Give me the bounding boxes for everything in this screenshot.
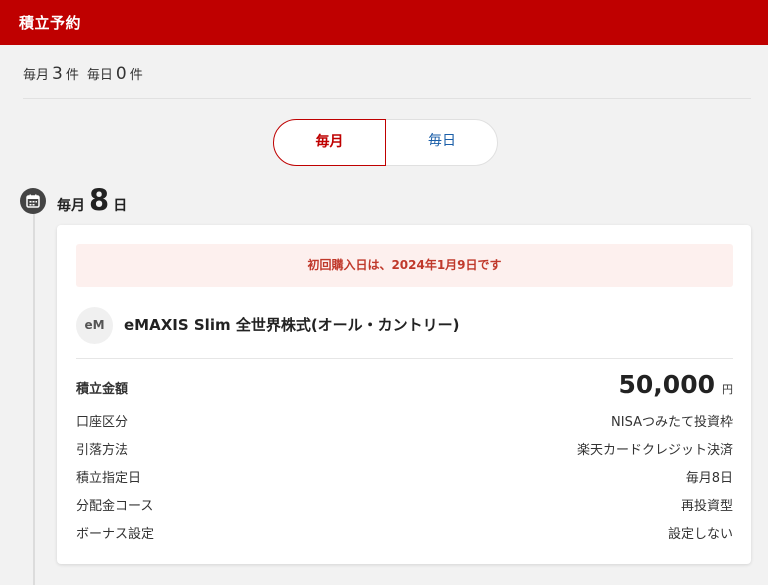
detail-label: ボーナス設定 (76, 527, 155, 542)
detail-label: 分配金コース (76, 499, 154, 514)
detail-label: 口座区分 (76, 415, 129, 430)
detail-value: 毎月8日 (685, 471, 733, 486)
tab-daily[interactable]: 毎日 (386, 119, 498, 166)
detail-value: NISAつみたて投資枠 (611, 415, 733, 430)
detail-value: 再投資型 (680, 499, 733, 514)
monthly-count-value: 3 (52, 64, 63, 84)
reservation-counts: 毎月 3 件毎日 0 件 (23, 64, 143, 84)
amount-value: 50,000 (618, 370, 715, 399)
monthly-count-unit: 件 (65, 68, 79, 83)
fund-name[interactable]: eMAXIS Slim 全世界株式(オール・カントリー) (124, 314, 460, 335)
page-title: 積立予約 (19, 14, 82, 32)
fund-logo-icon: eM (76, 307, 113, 344)
app-header: 積立予約 (0, 0, 768, 45)
fund-divider (76, 358, 733, 359)
amount-value-wrap: 50,000 円 (619, 370, 733, 399)
amount-label: 積立金額 (76, 382, 129, 397)
daily-count-unit: 件 (129, 68, 143, 83)
first-purchase-notice: 初回購入日は、2024年1月9日です (76, 244, 733, 287)
timeline-line (33, 210, 35, 585)
daily-count-label: 毎日 (86, 68, 113, 83)
schedule-day: 8 (89, 183, 110, 217)
calendar-icon (20, 188, 46, 214)
frequency-toggle: 毎月 毎日 (273, 119, 498, 166)
amount-row: 積立金額 50,000 円 (76, 370, 733, 404)
detail-label: 積立指定日 (76, 471, 142, 486)
schedule-suffix: 日 (113, 198, 128, 214)
amount-unit: 円 (722, 383, 733, 396)
daily-count-value: 0 (115, 64, 127, 84)
tab-monthly[interactable]: 毎月 (273, 119, 386, 166)
detail-value: 設定しない (667, 527, 733, 542)
reservation-card[interactable]: 初回購入日は、2024年1月9日です eM eMAXIS Slim 全世界株式(… (57, 225, 751, 564)
detail-label: 引落方法 (76, 443, 129, 458)
detail-value: 楽天カードクレジット決済 (576, 443, 733, 458)
monthly-count-label: 毎月 (23, 68, 50, 83)
section-divider (23, 98, 751, 99)
schedule-prefix: 毎月 (57, 198, 85, 214)
schedule-day-heading: 毎月 8 日 (57, 183, 127, 217)
